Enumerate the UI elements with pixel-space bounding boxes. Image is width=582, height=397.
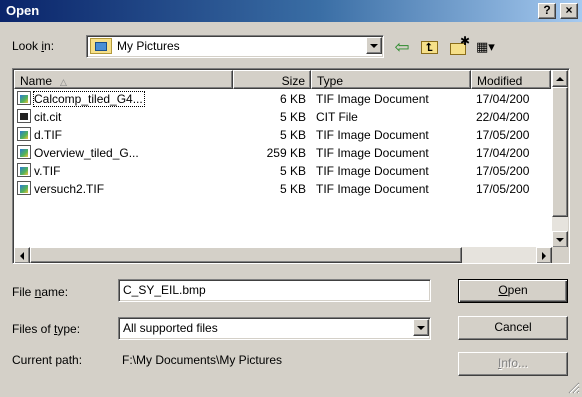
tif-file-icon [17,91,31,105]
file-size-cell: 5 KB [279,182,306,196]
vertical-scroll-thumb[interactable] [552,87,568,217]
file-size-cell: 5 KB [279,110,306,124]
filename-value: C_SY_EIL.bmp [123,283,206,297]
info-button[interactable]: Info... [458,352,568,376]
arrow-right-icon [542,251,546,260]
new-folder-icon[interactable]: ✱ [447,34,471,56]
tif-file-icon [17,145,31,159]
arrow-up-icon [556,76,564,81]
filetype-dropdown-button[interactable] [413,319,429,336]
file-modified-cell: 17/05/200 [476,182,530,196]
column-header-size[interactable]: Size [233,70,311,89]
close-button[interactable]: × [560,3,578,19]
file-name-cell: Calcomp_tiled_G4... [33,91,145,107]
view-menu-icon[interactable]: ▦▾ [476,37,506,57]
chevron-down-icon [417,325,425,330]
file-type-cell: CIT File [316,110,358,124]
file-size-cell: 5 KB [279,128,306,142]
sort-ascending-icon: △ [60,77,67,87]
file-size-cell: 5 KB [279,164,306,178]
table-row[interactable]: d.TIF 5 KB TIF Image Document 17/05/200 [14,126,529,144]
my-pictures-folder-icon [90,38,112,54]
filetype-value: All supported files [123,321,218,335]
file-list[interactable]: Name △ Size Type Modified Calcomp_tiled_G… [12,68,570,264]
scroll-up-button[interactable] [552,70,568,87]
tif-file-icon [17,181,31,195]
column-header-name[interactable]: Name △ [14,70,233,89]
file-modified-cell: 17/04/200 [476,92,530,106]
file-type-cell: TIF Image Document [316,128,429,142]
file-modified-cell: 17/05/200 [476,128,530,142]
file-name-cell: versuch2.TIF [34,182,105,196]
table-row[interactable]: Overview_tiled_G... 259 KB TIF Image Docum… [14,144,529,162]
file-modified-cell: 17/05/200 [476,164,530,178]
lookin-label: Look in: [12,39,55,53]
cancel-button[interactable]: Cancel [458,316,568,340]
lookin-combo[interactable]: My Pictures [86,35,384,58]
file-name-cell: Overview_tiled_G... [34,146,139,160]
lookin-dropdown-button[interactable] [366,37,382,54]
table-row[interactable]: cit.cit 5 KB CIT File 22/04/200 [14,108,529,126]
lookin-value: My Pictures [117,39,180,53]
file-modified-cell: 17/04/200 [476,146,530,160]
up-folder-icon[interactable]: ⮤ [418,38,442,56]
table-row[interactable]: versuch2.TIF 5 KB TIF Image Document 17/05/… [14,180,529,198]
file-type-cell: TIF Image Document [316,92,429,106]
file-type-cell: TIF Image Document [316,164,429,178]
current-path-label: Current path: [12,353,83,367]
file-name-cell: d.TIF [34,128,63,142]
scroll-left-button[interactable] [14,247,30,263]
tif-file-icon [17,163,31,177]
vertical-scrollbar[interactable] [552,70,568,248]
filename-label: File name: [12,285,69,299]
column-header-modified[interactable]: Modified [471,70,551,89]
list-rows: Calcomp_tiled_G4... 6 KB TIF Image Documen… [14,90,551,248]
file-modified-cell: 22/04/200 [476,110,530,124]
back-arrow-icon[interactable]: ⇦ [390,36,414,58]
arrow-left-icon [20,251,24,260]
tif-file-icon [17,127,31,141]
title-bar[interactable] [0,0,582,22]
horizontal-scrollbar[interactable] [14,247,552,263]
scrollbar-corner [552,247,568,263]
horizontal-scroll-thumb[interactable] [30,247,462,263]
table-row[interactable]: Calcomp_tiled_G4... 6 KB TIF Image Documen… [14,90,529,108]
open-button[interactable]: Open [458,279,568,303]
cit-file-icon [17,109,31,123]
file-name-cell: cit.cit [34,110,62,124]
file-name-cell: v.TIF [34,164,61,178]
filename-input[interactable]: C_SY_EIL.bmp [118,279,431,302]
file-size-cell: 259 KB [266,146,306,160]
file-size-cell: 6 KB [279,92,306,106]
resize-grip-icon[interactable] [566,380,580,394]
filetype-label: Files of type: [12,322,81,336]
scroll-down-button[interactable] [552,231,568,248]
scroll-right-button[interactable] [536,247,552,263]
table-row[interactable]: v.TIF 5 KB TIF Image Document 17/05/200 [14,162,529,180]
help-button[interactable]: ? [538,3,556,19]
list-header: Name △ Size Type Modified [14,70,551,89]
arrow-down-icon [556,237,564,242]
file-type-cell: TIF Image Document [316,182,429,196]
chevron-down-icon [370,43,378,48]
window-title: Open [6,3,40,18]
current-path-value: F:\My Documents\My Pictures [122,353,283,367]
column-header-type[interactable]: Type [311,70,471,89]
filetype-select[interactable]: All supported files [118,317,431,340]
file-type-cell: TIF Image Document [316,146,429,160]
